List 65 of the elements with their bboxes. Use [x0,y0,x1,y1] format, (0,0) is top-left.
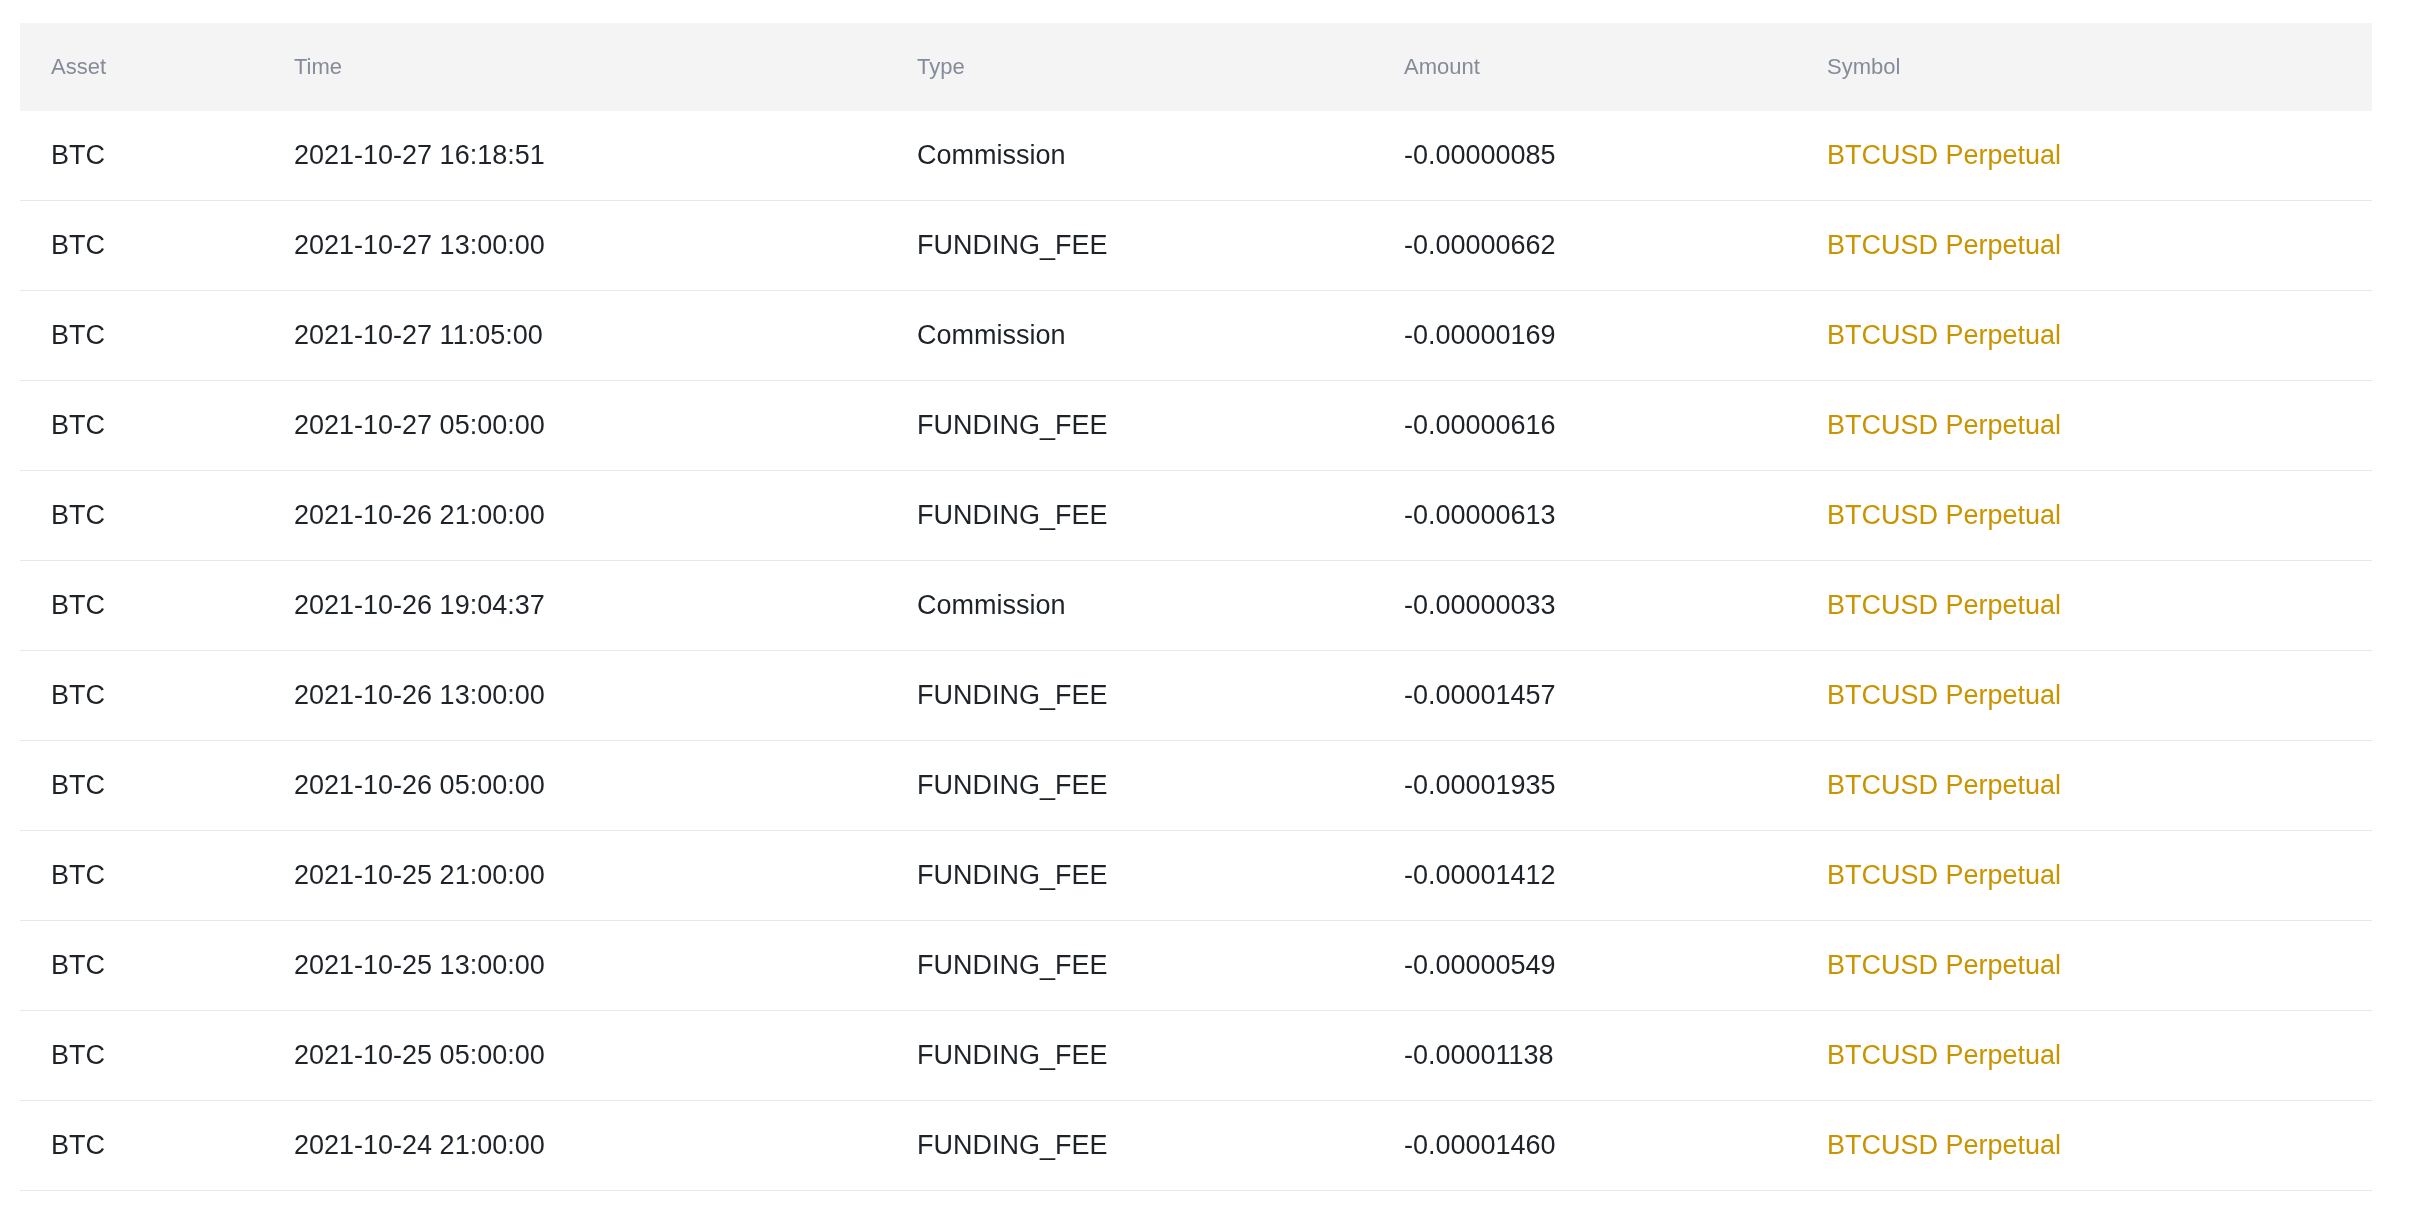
symbol-link[interactable]: BTCUSD Perpetual [1827,770,2062,800]
table-cell: BTC [51,410,105,441]
column-header: Type [917,54,965,80]
table-cell: -0.00000662 [1404,230,1556,261]
table-cell: -0.00000613 [1404,500,1556,531]
table-cell: Commission [917,320,1066,351]
table-cell: -0.00001460 [1404,1130,1556,1161]
symbol-link[interactable]: BTCUSD Perpetual [1827,860,2062,890]
column-header: Amount [1404,54,1480,80]
table-cell: 2021-10-27 16:18:51 [294,140,545,171]
table-cell: 2021-10-27 05:00:00 [294,410,545,441]
table-cell: FUNDING_FEE [917,860,1108,891]
table-cell: -0.00000085 [1404,140,1556,171]
table-cell: BTC [51,140,105,171]
table-cell: BTC [51,1130,105,1161]
table-cell: FUNDING_FEE [917,770,1108,801]
table-cell: BTC [51,230,105,261]
symbol-link[interactable]: BTCUSD Perpetual [1827,140,2062,170]
table-cell: 2021-10-24 21:00:00 [294,1130,545,1161]
table-cell: -0.00001412 [1404,860,1556,891]
table-cell: -0.00000549 [1404,950,1556,981]
column-header: Time [294,54,343,80]
table-cell: -0.00001935 [1404,770,1556,801]
table-cell: 2021-10-27 11:05:00 [294,320,543,351]
table-cell: FUNDING_FEE [917,500,1108,531]
table-cell: BTC [51,680,105,711]
table-cell: -0.00001457 [1404,680,1556,711]
symbol-link[interactable]: BTCUSD Perpetual [1827,230,2062,260]
table-cell: BTC [51,500,105,531]
table-cell: -0.00000169 [1404,320,1556,351]
column-header: Symbol [1827,54,1901,80]
table-cell: BTC [51,320,105,351]
table-cell: 2021-10-25 13:00:00 [294,950,545,981]
table-cell: BTC [51,590,105,621]
symbol-link[interactable]: BTCUSD Perpetual [1827,1040,2062,1070]
table-cell: FUNDING_FEE [917,230,1108,261]
table-cell: Commission [917,590,1066,621]
table-cell: BTC [51,860,105,891]
table-cell: FUNDING_FEE [917,1130,1108,1161]
table-cell: 2021-10-26 21:00:00 [294,500,545,531]
table-cell: FUNDING_FEE [917,950,1108,981]
symbol-link[interactable]: BTCUSD Perpetual [1827,590,2062,620]
table-cell: FUNDING_FEE [917,680,1108,711]
table-cell: 2021-10-27 13:00:00 [294,230,545,261]
table-cell: 2021-10-26 05:00:00 [294,770,545,801]
symbol-link[interactable]: BTCUSD Perpetual [1827,320,2062,350]
table-cell: BTC [51,770,105,801]
table-cell: -0.00000616 [1404,410,1556,441]
symbol-link[interactable]: BTCUSD Perpetual [1827,1130,2062,1160]
table-cell: Commission [917,140,1066,171]
table-cell: 2021-10-25 05:00:00 [294,1040,545,1071]
symbol-link[interactable]: BTCUSD Perpetual [1827,950,2062,980]
table-cell: BTC [51,950,105,981]
table-cell: 2021-10-26 19:04:37 [294,590,545,621]
table-cell: BTC [51,1040,105,1071]
symbol-link[interactable]: BTCUSD Perpetual [1827,410,2062,440]
table-cell: 2021-10-26 13:00:00 [294,680,545,711]
table-cell: -0.00001138 [1404,1040,1554,1071]
table-cell: 2021-10-25 21:00:00 [294,860,545,891]
table-cell: FUNDING_FEE [917,410,1108,441]
table-cell: FUNDING_FEE [917,1040,1108,1071]
symbol-link[interactable]: BTCUSD Perpetual [1827,680,2062,710]
table-cell: -0.00000033 [1404,590,1556,621]
symbol-link[interactable]: BTCUSD Perpetual [1827,500,2062,530]
column-header: Asset [51,54,107,80]
